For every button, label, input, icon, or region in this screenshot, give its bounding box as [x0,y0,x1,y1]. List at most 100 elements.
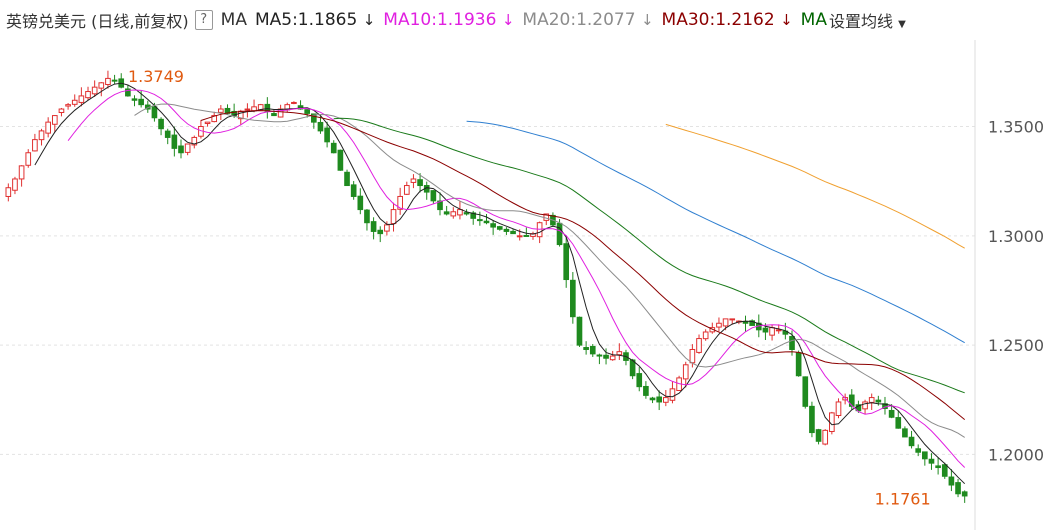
candle-body [178,145,184,154]
candle-body [935,465,941,469]
candle-body [722,318,729,327]
candle-body [496,226,503,230]
ma-legend-ma5[interactable]: MA5:1.1865 ↓ [255,10,375,30]
candle-body [702,331,709,340]
candle-body [105,77,111,86]
candle-body [875,399,882,403]
candle-body [377,229,384,235]
candle-body [12,178,18,191]
candle-body [291,101,297,104]
candle-body [902,428,908,438]
settings-button[interactable]: 设置均线 ▼ [829,8,906,32]
candle-body [948,476,955,486]
ma-legend-ma20[interactable]: MA20:1.2077 ↓ [522,10,653,30]
candle-body [244,108,251,111]
candle-body [111,79,118,82]
candle-body [457,209,463,216]
candle-body [91,86,98,95]
candle-body [809,405,815,434]
candle-body [364,209,370,224]
candle-body [563,243,570,281]
candle-body [762,327,769,333]
candle-body [158,118,164,130]
candle-body [357,195,364,211]
candle-body [32,139,38,152]
ma50-line [333,117,965,394]
candle-body [138,98,144,106]
candle-body [696,338,702,353]
candle-body [330,142,337,154]
candle-body [38,130,45,141]
candle-body [848,394,855,407]
candle-body [350,184,357,197]
candle-body [18,165,25,180]
candle-body [510,230,516,235]
price-annotation: 1.1761 [875,490,931,509]
indicator-label[interactable]: MA [221,10,247,30]
candle-body [71,99,78,105]
candle-body [895,417,902,429]
candle-body [570,279,576,318]
candle-body [98,82,105,89]
candle-body [65,104,71,107]
candle-body [417,179,423,187]
candle-body [171,134,178,149]
candle-body [271,113,277,117]
candle-body [603,354,609,359]
candle-body [795,352,802,377]
price-annotation: 1.3749 [128,67,184,86]
chart-title: 英镑兑美元 (日线,前复权) [6,12,189,31]
ma-legend-bar: 英镑兑美元 (日线,前复权) ? MA MA5:1.1865 ↓ MA10:1.1… [0,0,1049,40]
candle-body [682,364,689,380]
candle-body [51,115,58,125]
ma-legend-ma30[interactable]: MA30:1.2162 ↓ [662,10,793,30]
candle-body [789,336,795,350]
candle-body [390,209,397,225]
candle-body [643,385,649,396]
candle-body [556,222,563,246]
y-tick-label: 1.2000 [988,445,1044,464]
candle-body [775,329,782,332]
y-tick-label: 1.3000 [988,227,1044,246]
candle-body [370,221,377,232]
candle-body [204,121,211,125]
candle-body [822,429,829,445]
candle-body [576,316,583,346]
candle-body [689,348,696,364]
down-arrow-icon: ↓ [640,11,654,29]
ma-partial-label: MA [800,10,827,30]
candle-body [922,451,928,460]
ma20-line [134,103,965,438]
candle-body [85,91,91,99]
candle-body [151,106,158,119]
candle-body [662,397,669,403]
candle-body [941,464,948,477]
candle-body [868,397,875,403]
candle-body [716,322,722,328]
caret-down-icon: ▼ [898,19,906,30]
candle-body [317,121,324,132]
candle-body [337,149,344,171]
ma30-line [200,110,966,420]
candle-body [908,436,915,447]
down-arrow-icon: ↓ [501,11,515,29]
candle-body [251,106,257,112]
candlestick-chart[interactable]: 1.3500 1.3000 1.2500 1.2000 1.3749 1.1761 [0,40,1049,530]
help-icon[interactable]: ? [194,10,213,30]
candle-body [58,108,65,113]
candle-body [131,98,138,101]
candle-body [928,458,935,464]
candle-body [656,396,663,403]
candle-body [164,130,171,138]
candle-body [583,347,589,350]
candle-body [769,327,775,336]
ma-legend-ma10[interactable]: MA10:1.1936 ↓ [383,10,514,30]
candle-body [463,212,470,215]
ma250-line [665,123,965,249]
settings-label: 设置均线 [828,12,893,31]
candle-body [503,228,510,232]
ma-legend-items: MA5:1.1865 ↓ MA10:1.1936 ↓ MA20:1.2077 ↓ MA… [247,10,793,30]
candle-body [649,397,656,401]
candle-body [477,219,483,222]
down-arrow-icon: ↓ [780,11,793,29]
